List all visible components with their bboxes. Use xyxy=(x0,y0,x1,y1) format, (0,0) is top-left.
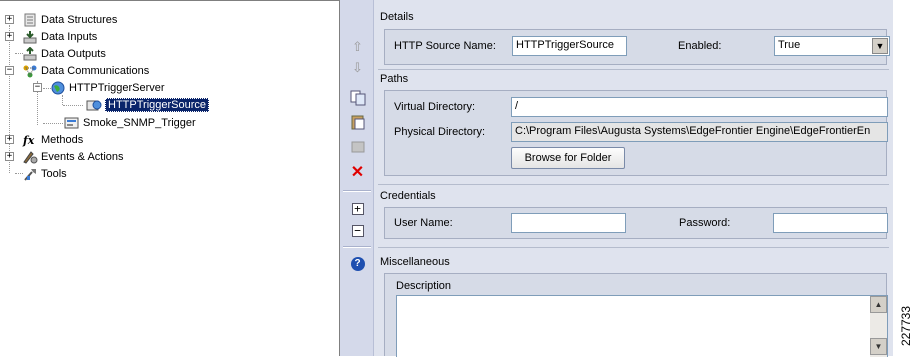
miscellaneous-box: Description ▲ ▼ xyxy=(384,273,888,357)
tree-item-tools[interactable]: Tools xyxy=(22,166,67,182)
details-header: Details xyxy=(380,11,414,23)
copy-icon[interactable] xyxy=(349,89,366,106)
user-name-input[interactable] xyxy=(511,213,626,233)
virtual-dir-input[interactable]: / xyxy=(511,97,888,117)
help-icon[interactable]: ? xyxy=(349,255,366,272)
expand-icon[interactable]: + xyxy=(349,200,366,217)
details-box: HTTP Source Name: HTTPTriggerSource Enab… xyxy=(384,29,890,65)
tree-item-smoke-snmp-trigger[interactable]: Smoke_SNMP_Trigger xyxy=(64,115,196,131)
data-communications-icon xyxy=(22,64,38,78)
expand-toggle[interactable]: + xyxy=(5,135,14,144)
tools-icon xyxy=(22,167,38,181)
function-icon: fx xyxy=(22,133,38,147)
vertical-toolbar: ⇧ ⇩ ✕ + − ? xyxy=(340,0,374,356)
miscellaneous-header: Miscellaneous xyxy=(380,256,450,268)
events-actions-icon xyxy=(22,150,38,164)
virtual-dir-label: Virtual Directory: xyxy=(394,101,476,113)
tree-item-events-actions[interactable]: + Events & Actions xyxy=(5,149,124,165)
move-up-icon[interactable]: ⇧ xyxy=(349,38,366,55)
credentials-box: User Name: Password: xyxy=(384,207,888,239)
tree-item-http-trigger-source[interactable]: HTTPTriggerSource xyxy=(86,97,210,113)
tree-item-data-inputs[interactable]: + Data Inputs xyxy=(5,29,97,45)
tree-panel: + Data Structures + Data Inputs Data Out… xyxy=(0,0,340,356)
collapse-toggle[interactable]: − xyxy=(33,83,42,92)
user-name-label: User Name: xyxy=(394,217,453,229)
disabled-icon xyxy=(349,138,366,155)
properties-panel: Details HTTP Source Name: HTTPTriggerSou… xyxy=(374,0,893,357)
physical-dir-label: Physical Directory: xyxy=(394,126,486,138)
description-scrollbar[interactable]: ▲ ▼ xyxy=(870,296,887,357)
svg-text:fx: fx xyxy=(22,134,35,147)
enabled-dropdown[interactable]: True ▼ xyxy=(774,36,890,56)
password-label: Password: xyxy=(679,217,731,229)
tree-item-data-communications[interactable]: − Data Communications xyxy=(5,63,149,79)
source-name-input[interactable]: HTTPTriggerSource xyxy=(512,36,627,56)
paths-box: Virtual Directory: / Physical Directory:… xyxy=(384,90,888,176)
data-structures-icon xyxy=(22,13,38,27)
http-source-icon xyxy=(86,98,102,112)
enabled-label: Enabled: xyxy=(678,40,722,52)
expand-toggle[interactable]: + xyxy=(5,15,14,24)
credentials-header: Credentials xyxy=(380,190,436,202)
source-name-label: HTTP Source Name: xyxy=(394,40,496,52)
scroll-up-icon[interactable]: ▲ xyxy=(870,296,887,313)
tree-item-data-outputs[interactable]: Data Outputs xyxy=(22,46,106,62)
description-label: Description xyxy=(396,280,452,292)
chevron-down-icon[interactable]: ▼ xyxy=(872,38,888,54)
expand-toggle[interactable]: + xyxy=(5,32,14,41)
paste-icon[interactable] xyxy=(349,113,366,130)
expand-toggle[interactable]: + xyxy=(5,152,14,161)
collapse-toggle[interactable]: − xyxy=(5,66,14,75)
tree-item-data-structures[interactable]: + Data Structures xyxy=(5,12,117,28)
collapse-icon[interactable]: − xyxy=(349,222,366,239)
browse-folder-button[interactable]: Browse for Folder xyxy=(511,147,625,169)
snmp-trigger-icon xyxy=(64,116,80,130)
password-input[interactable] xyxy=(773,213,888,233)
data-inputs-icon xyxy=(22,30,38,44)
tree-item-http-trigger-server[interactable]: − HTTPTriggerServer xyxy=(33,80,165,96)
physical-dir-input[interactable]: C:\Program Files\Augusta Systems\EdgeFro… xyxy=(511,122,888,142)
tree-item-methods[interactable]: + fx Methods xyxy=(5,132,83,148)
paths-header: Paths xyxy=(380,73,409,85)
data-outputs-icon xyxy=(22,46,38,61)
scroll-down-icon[interactable]: ▼ xyxy=(870,338,887,355)
globe-icon xyxy=(50,81,66,95)
figure-number: 227733 xyxy=(899,305,914,347)
description-textarea[interactable] xyxy=(396,295,888,357)
delete-icon[interactable]: ✕ xyxy=(349,163,366,181)
move-down-icon[interactable]: ⇩ xyxy=(349,59,366,76)
